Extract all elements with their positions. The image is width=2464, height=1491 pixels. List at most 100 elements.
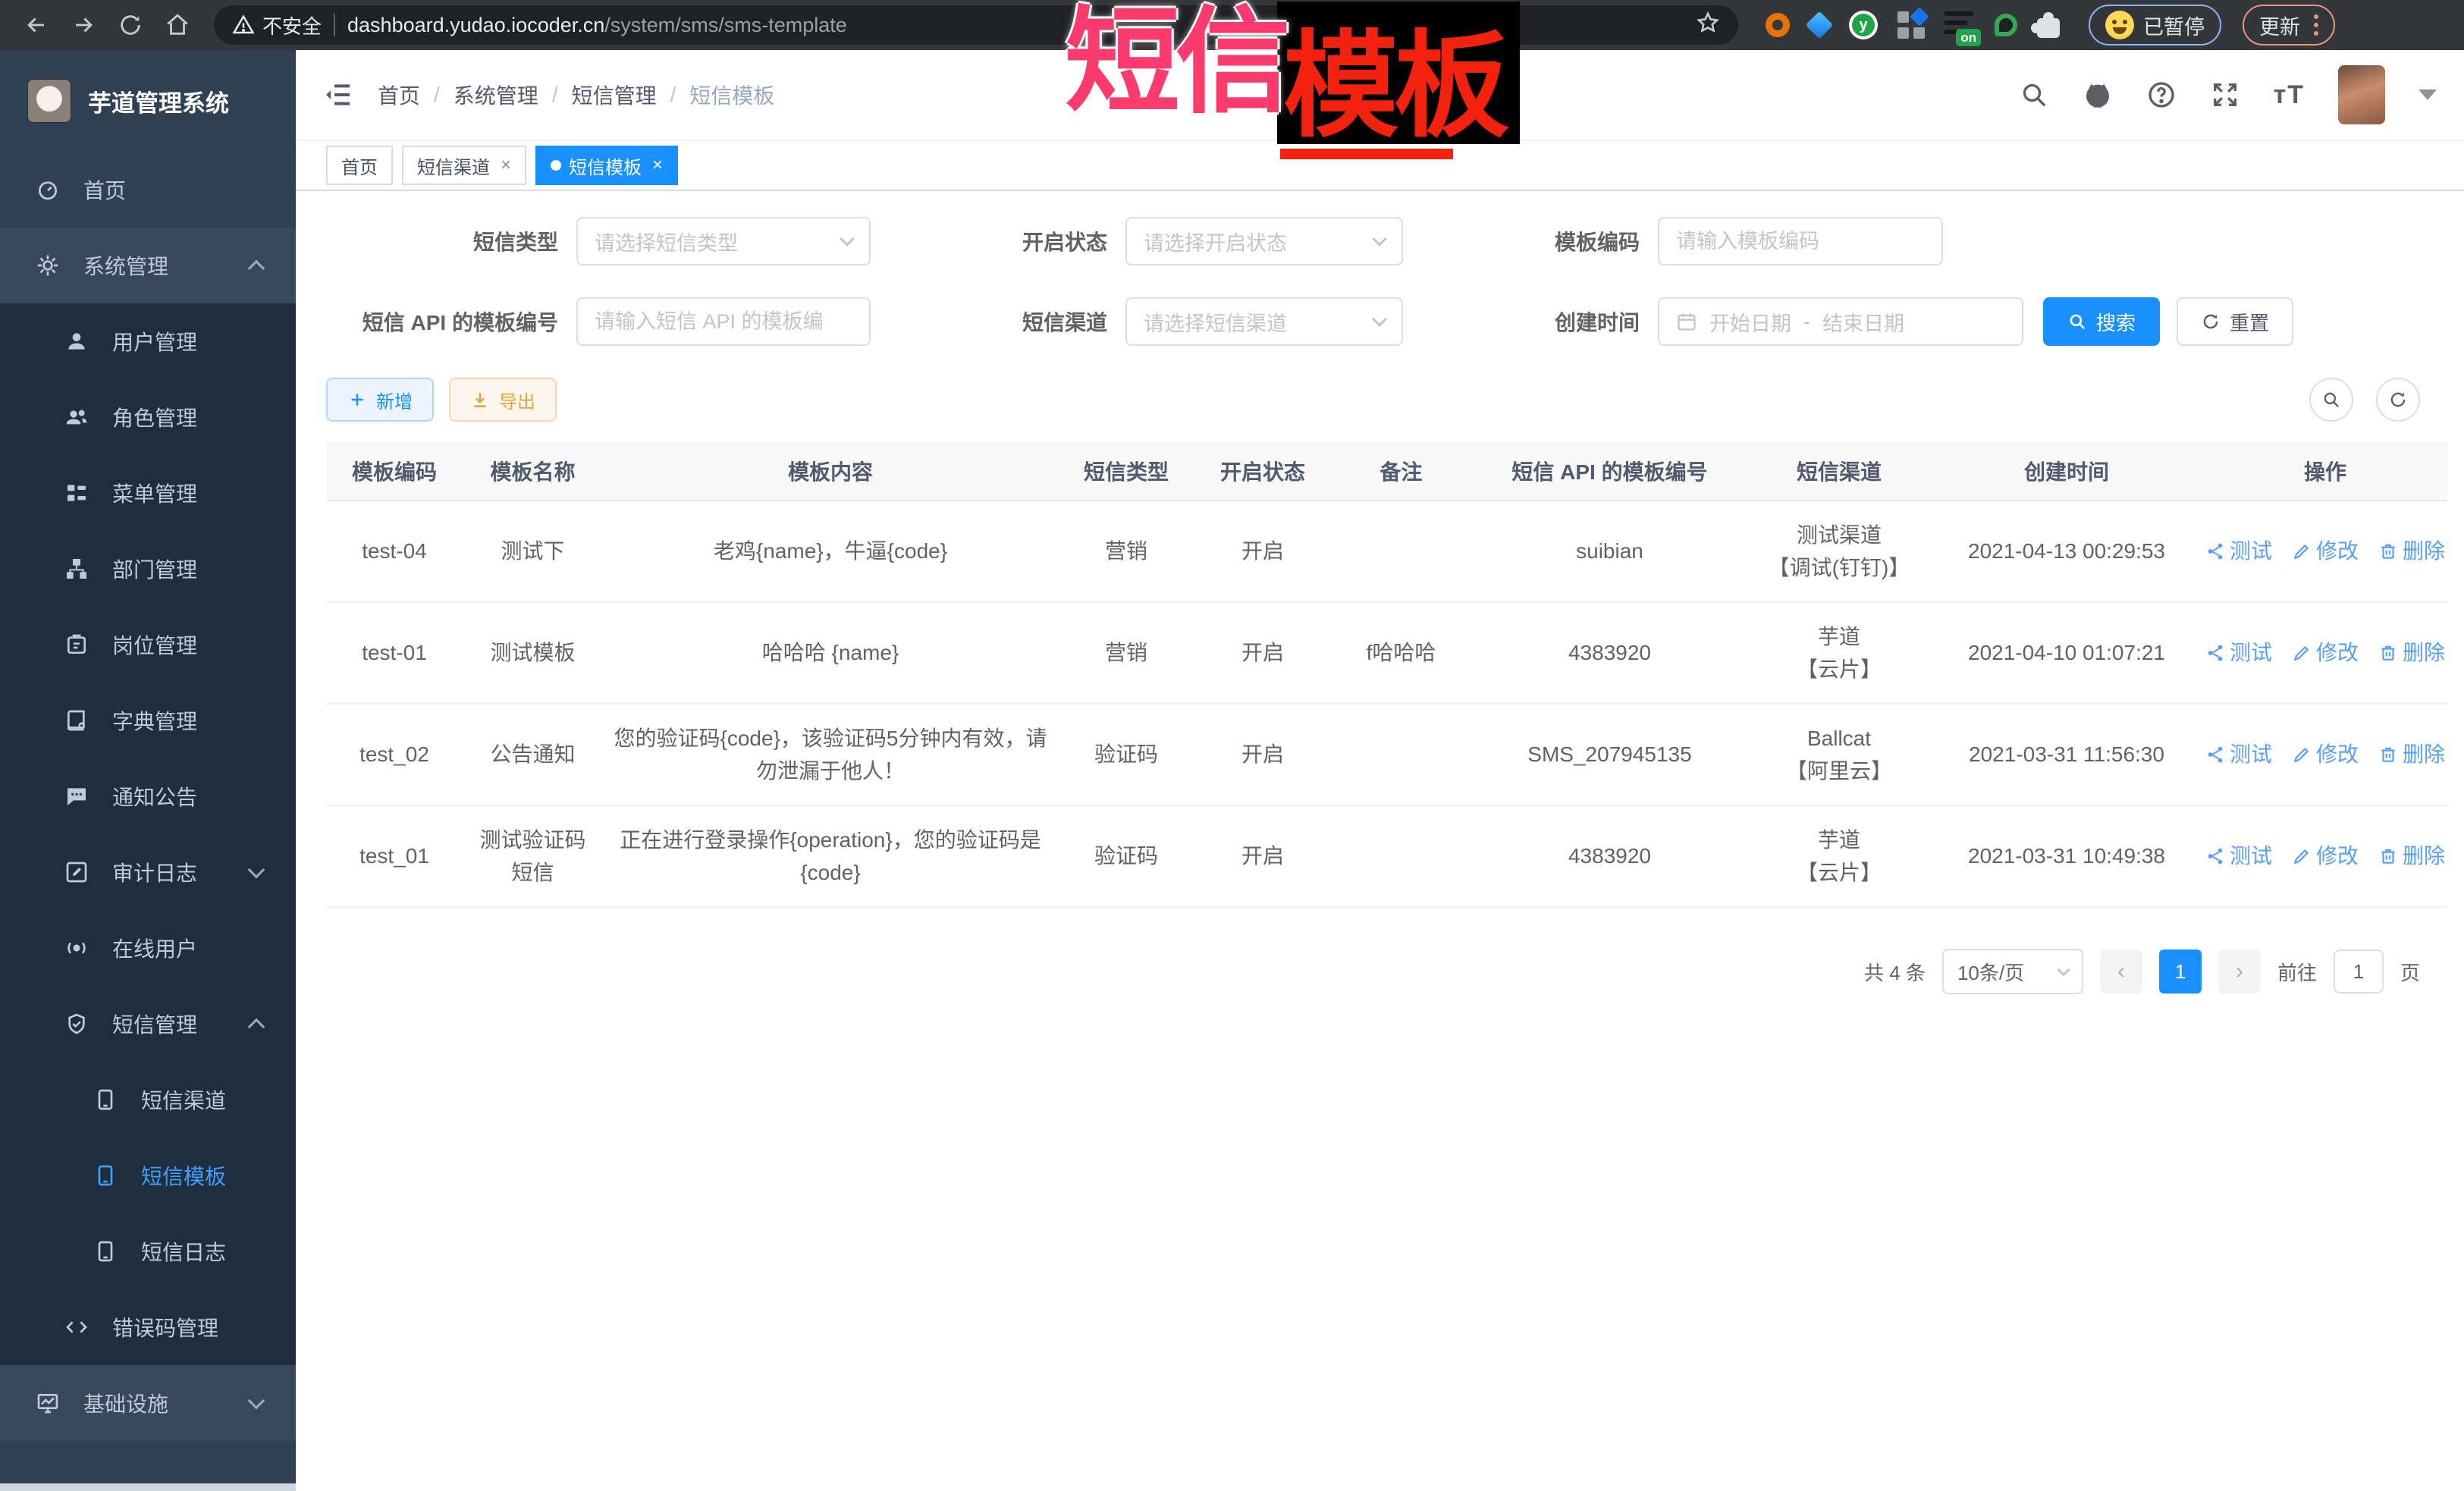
extensions-puzzle-icon[interactable]	[2037, 18, 2060, 38]
col-remark: 备注	[1331, 441, 1471, 501]
next-page-button[interactable]: ›	[2218, 950, 2261, 993]
sidebar-item-sms-channel[interactable]: 短信渠道	[0, 1062, 296, 1138]
github-icon[interactable]	[2083, 80, 2113, 110]
browser-menu-icon[interactable]	[2314, 14, 2318, 36]
chevron-down-icon	[248, 862, 265, 879]
channel-select[interactable]: 请选择短信渠道	[1125, 297, 1403, 346]
share-icon	[2205, 846, 2225, 866]
sidebar-item-infrastructure[interactable]: 基础设施	[0, 1365, 296, 1441]
extension-sprout-icon[interactable]	[1995, 14, 2017, 36]
create-time-label: 创建时间	[1468, 306, 1658, 337]
sidebar-item-audit-log[interactable]: 审计日志	[0, 834, 296, 910]
profile-paused-pill[interactable]: 已暂停	[2089, 5, 2221, 46]
page-content: 短信类型 请选择短信类型 开启状态 请选择开启状态 模板编码	[296, 191, 2464, 1491]
home-icon[interactable]	[158, 5, 197, 45]
address-bar[interactable]: 不安全 dashboard.yudao.iocoder.cn/system/sm…	[214, 5, 1738, 45]
tab-home[interactable]: 首页	[326, 146, 393, 185]
breadcrumb-sms[interactable]: 短信管理	[572, 80, 657, 110]
sidebar-item-notice[interactable]: 通知公告	[0, 758, 296, 834]
profile-emoji-avatar	[2105, 11, 2134, 39]
sidebar-item-error-code[interactable]: 错误码管理	[0, 1289, 296, 1365]
status-select[interactable]: 请选择开启状态	[1125, 217, 1403, 265]
phone-icon	[93, 1239, 118, 1263]
close-icon[interactable]: ×	[501, 155, 511, 176]
breadcrumb-system[interactable]: 系统管理	[454, 80, 538, 110]
test-link[interactable]: 测试	[2205, 636, 2272, 669]
avatar-caret-icon[interactable]	[2418, 89, 2437, 100]
chrome-update-button[interactable]: 更新	[2243, 5, 2335, 46]
back-icon[interactable]	[17, 5, 56, 45]
tab-sms-template[interactable]: 短信模板×	[535, 146, 678, 185]
user-avatar[interactable]	[2338, 65, 2385, 124]
sidebar-item-dict[interactable]: 字典管理	[0, 683, 296, 758]
col-create-time: 创建时间	[1930, 441, 2203, 501]
sms-type-select[interactable]: 请选择短信类型	[576, 217, 871, 265]
close-icon[interactable]: ×	[652, 155, 663, 176]
delete-link[interactable]: 删除	[2378, 738, 2445, 771]
forward-icon[interactable]	[64, 5, 103, 45]
channel-label: 短信渠道	[936, 306, 1125, 337]
extension-green-y-icon[interactable]: y	[1849, 11, 1878, 39]
search-icon[interactable]	[2019, 80, 2049, 110]
security-warning[interactable]: 不安全	[232, 11, 322, 39]
table-row: test-01 测试模板 哈哈哈 {name} 营销 开启 f哈哈哈 43839…	[326, 602, 2447, 704]
goto-page-input[interactable]	[2334, 950, 2384, 993]
sidebar-item-system[interactable]: 系统管理	[0, 228, 296, 303]
delete-link[interactable]: 删除	[2378, 840, 2445, 872]
sidebar-fold-icon[interactable]	[323, 78, 356, 111]
help-icon[interactable]	[2146, 80, 2177, 110]
sidebar-item-menus[interactable]: 菜单管理	[0, 455, 296, 531]
template-code-input[interactable]	[1676, 230, 1925, 253]
test-link[interactable]: 测试	[2205, 738, 2272, 771]
extension-blue-icon[interactable]	[1806, 11, 1834, 39]
page-size-select[interactable]: 10条/页	[1942, 949, 2083, 994]
export-button[interactable]: 导出	[449, 378, 557, 422]
chevron-down-icon	[840, 231, 855, 246]
sidebar-item-sms[interactable]: 短信管理	[0, 986, 296, 1062]
edit-link[interactable]: 修改	[2292, 636, 2359, 669]
edit-link[interactable]: 修改	[2292, 535, 2359, 567]
template-code-field	[1658, 217, 1943, 265]
sidebar-item-departments[interactable]: 部门管理	[0, 531, 296, 607]
col-template-code: 模板编码	[326, 441, 463, 501]
reset-button[interactable]: 重置	[2177, 297, 2293, 346]
shield-check-icon	[64, 1012, 89, 1036]
delete-link[interactable]: 删除	[2378, 636, 2445, 669]
page-1-button[interactable]: 1	[2159, 950, 2202, 993]
filter-row-2: 短信 API 的模板编号 短信渠道 请选择短信渠道 创建时间 开始日期 -	[326, 297, 2434, 346]
extension-orange-icon[interactable]	[1766, 13, 1790, 37]
calendar-icon	[1676, 311, 1697, 332]
table-row: test_01 测试验证码短信 正在进行登录操作{operation}，您的验证…	[326, 805, 2447, 907]
col-status: 开启状态	[1194, 441, 1331, 501]
prev-page-button[interactable]: ‹	[2100, 950, 2142, 993]
extension-grid-icon[interactable]	[1897, 11, 1925, 39]
badge-icon	[64, 632, 89, 657]
extension-list-on-icon[interactable]: on	[1945, 10, 1975, 40]
refresh-button[interactable]	[2376, 378, 2420, 422]
test-link[interactable]: 测试	[2205, 535, 2272, 567]
bookmark-star-icon[interactable]	[1696, 11, 1720, 40]
edit-link[interactable]: 修改	[2292, 840, 2359, 872]
test-link[interactable]: 测试	[2205, 840, 2272, 872]
sidebar-item-sms-log[interactable]: 短信日志	[0, 1213, 296, 1289]
tab-sms-channel[interactable]: 短信渠道×	[402, 146, 526, 185]
search-button[interactable]: 搜索	[2043, 297, 2160, 346]
sidebar-item-online-users[interactable]: 在线用户	[0, 910, 296, 986]
reload-icon[interactable]	[111, 5, 150, 45]
sidebar-item-users[interactable]: 用户管理	[0, 303, 296, 379]
app-logo-row[interactable]: 芋道管理系统	[0, 50, 296, 152]
delete-link[interactable]: 删除	[2378, 535, 2445, 567]
date-range-picker[interactable]: 开始日期 - 结束日期	[1658, 297, 2023, 346]
breadcrumb-home[interactable]: 首页	[378, 80, 420, 110]
add-button[interactable]: 新增	[326, 378, 434, 422]
sidebar-item-roles[interactable]: 角色管理	[0, 379, 296, 455]
fullscreen-icon[interactable]	[2210, 80, 2240, 110]
sidebar-item-home[interactable]: 首页	[0, 152, 296, 228]
sidebar-item-sms-template[interactable]: 短信模板	[0, 1138, 296, 1213]
edit-link[interactable]: 修改	[2292, 738, 2359, 771]
font-size-icon[interactable]: тT	[2274, 80, 2305, 110]
api-template-id-input[interactable]	[595, 310, 852, 334]
sidebar-bottom-strip	[0, 1483, 296, 1491]
sidebar-item-posts[interactable]: 岗位管理	[0, 607, 296, 683]
show-search-toggle-button[interactable]	[2309, 378, 2353, 422]
